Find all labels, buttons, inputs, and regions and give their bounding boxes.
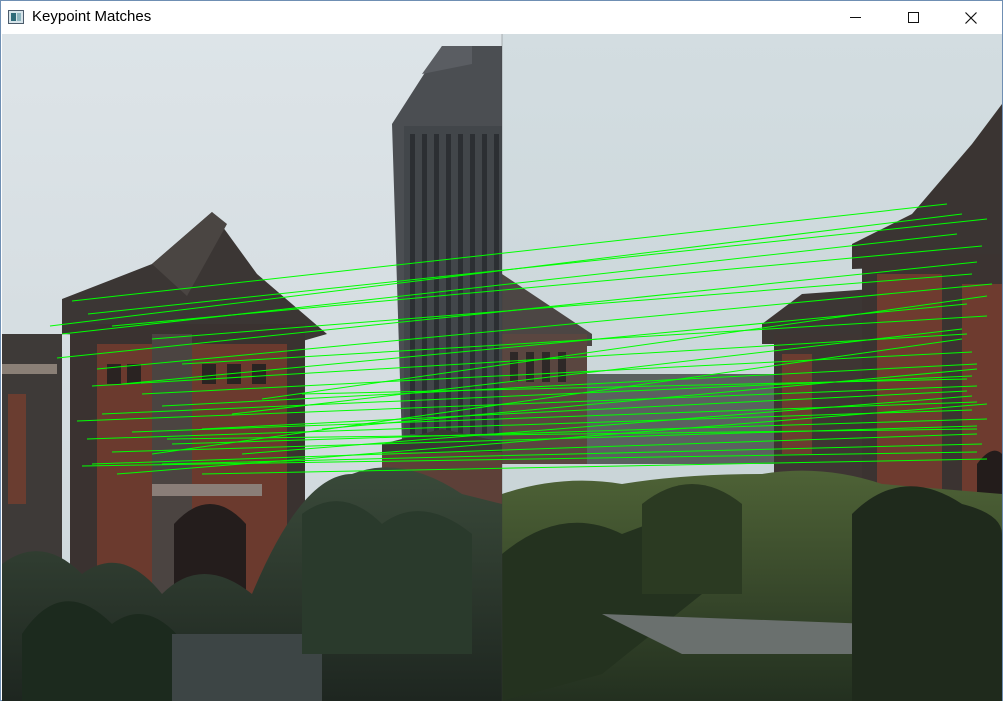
right-palm-trees xyxy=(852,486,1002,701)
left-image xyxy=(2,34,502,701)
app-icon[interactable] xyxy=(8,10,24,24)
close-icon xyxy=(965,11,977,24)
match-image-canvas xyxy=(2,34,1002,701)
close-button[interactable] xyxy=(948,1,994,34)
window-title: Keypoint Matches xyxy=(32,8,152,25)
minimize-button[interactable] xyxy=(832,1,878,34)
match-image xyxy=(2,34,1002,701)
right-image xyxy=(502,34,1002,701)
title-bar[interactable]: Keypoint Matches xyxy=(1,1,1002,34)
minimize-icon xyxy=(849,17,861,18)
left-path xyxy=(172,634,322,701)
maximize-icon xyxy=(907,12,919,23)
maximize-button[interactable] xyxy=(890,1,936,34)
app-window: Keypoint Matches xyxy=(0,0,1003,701)
left-tower xyxy=(392,46,502,446)
